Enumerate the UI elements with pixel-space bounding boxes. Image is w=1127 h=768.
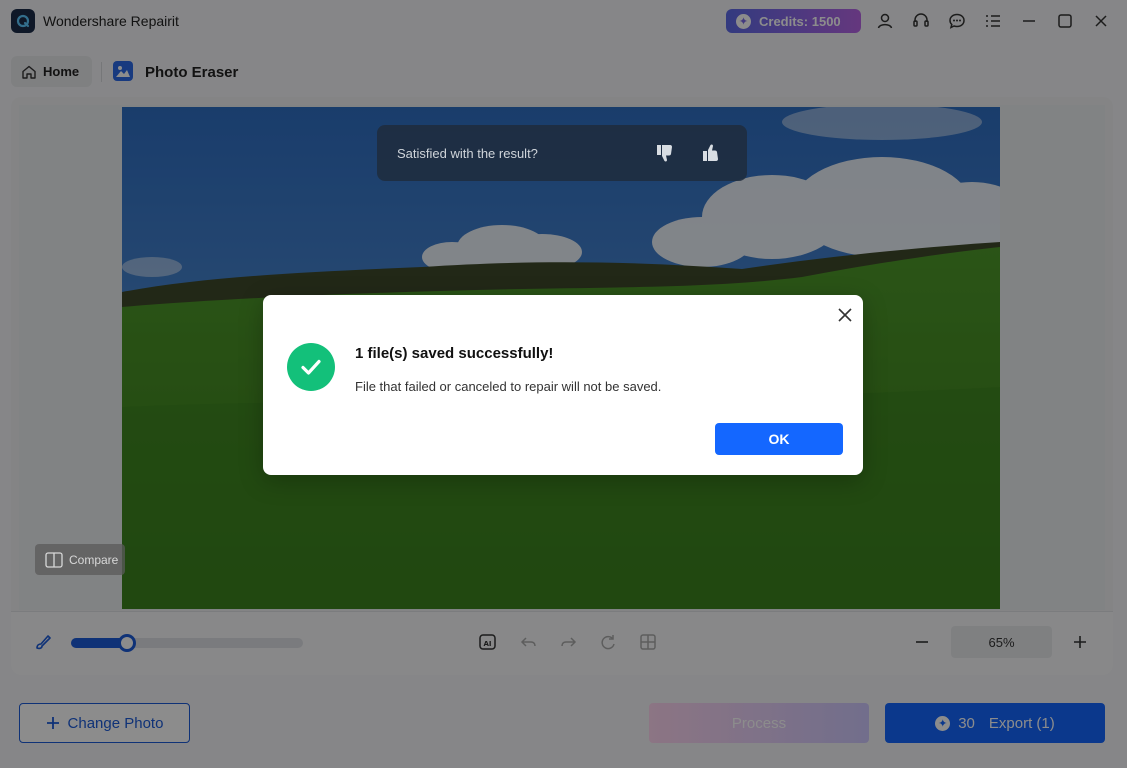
thumbs-down-icon[interactable] bbox=[653, 141, 677, 165]
feedback-question: Satisfied with the result? bbox=[397, 145, 538, 161]
thumbs-up-icon[interactable] bbox=[699, 141, 723, 165]
success-check-icon bbox=[287, 343, 335, 391]
ok-button[interactable]: OK bbox=[715, 423, 843, 455]
compare-label: Compare bbox=[69, 552, 119, 567]
save-success-dialog: 1 file(s) saved successfully! File that … bbox=[263, 295, 863, 475]
dialog-title: 1 file(s) saved successfully! bbox=[355, 345, 554, 362]
dialog-message: File that failed or canceled to repair w… bbox=[355, 379, 662, 394]
feedback-bar: Satisfied with the result? bbox=[377, 125, 747, 181]
compare-split-icon bbox=[45, 551, 63, 568]
close-icon[interactable] bbox=[835, 305, 855, 325]
compare-button[interactable]: Compare bbox=[35, 544, 125, 575]
